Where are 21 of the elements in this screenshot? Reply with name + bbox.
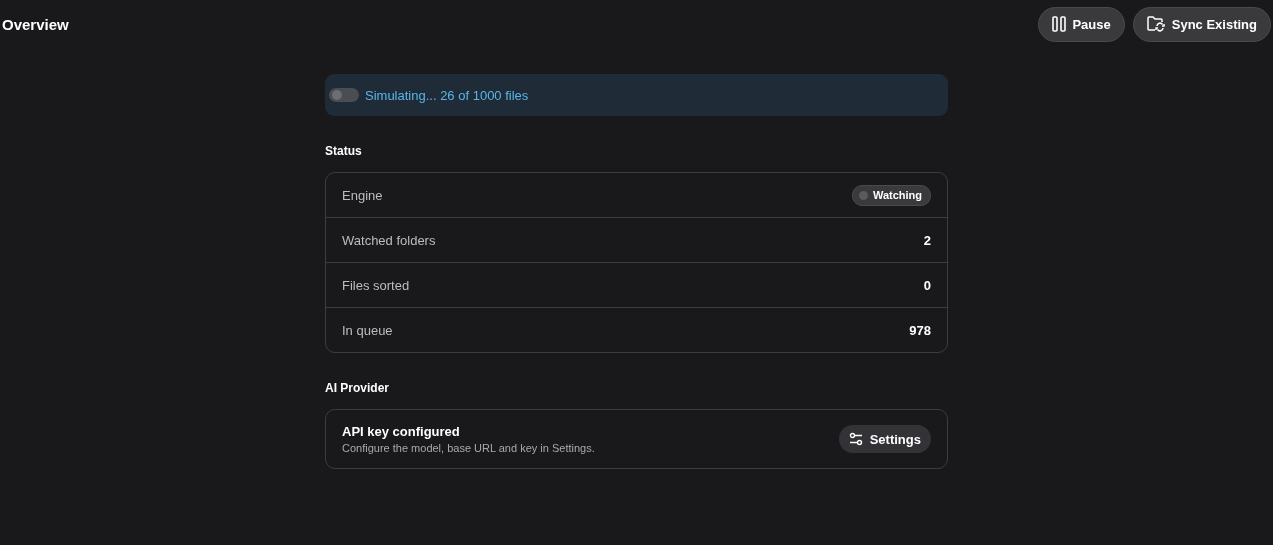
row-label: In queue xyxy=(342,322,393,338)
section-heading: Status xyxy=(325,144,363,158)
row-label: Watched folders xyxy=(342,232,436,248)
row-value: 2 xyxy=(923,232,931,248)
settings-icon xyxy=(848,432,863,446)
row-value: 978 xyxy=(909,322,931,338)
provider-description: Configure the model, base URL and key in Settings. xyxy=(342,442,595,454)
progress-text: Simulating... 26 of 1000 files xyxy=(365,87,529,103)
row-value: 0 xyxy=(923,277,931,293)
section-heading: AI Provider xyxy=(325,381,391,395)
page-title: Overview xyxy=(2,15,69,33)
row-label: Engine xyxy=(342,187,383,203)
provider-title: API key configured xyxy=(342,424,461,439)
toggle-icon xyxy=(329,88,359,102)
sync-button[interactable]: Sync Existing xyxy=(1132,6,1271,42)
row-label: Files sorted xyxy=(342,277,410,293)
pause-button[interactable]: Pause xyxy=(1038,6,1125,42)
settings-button[interactable]: Settings xyxy=(838,425,931,453)
status-badge: Watching xyxy=(851,184,931,206)
pause-icon xyxy=(1052,16,1067,32)
folder-sync-icon xyxy=(1146,16,1166,32)
